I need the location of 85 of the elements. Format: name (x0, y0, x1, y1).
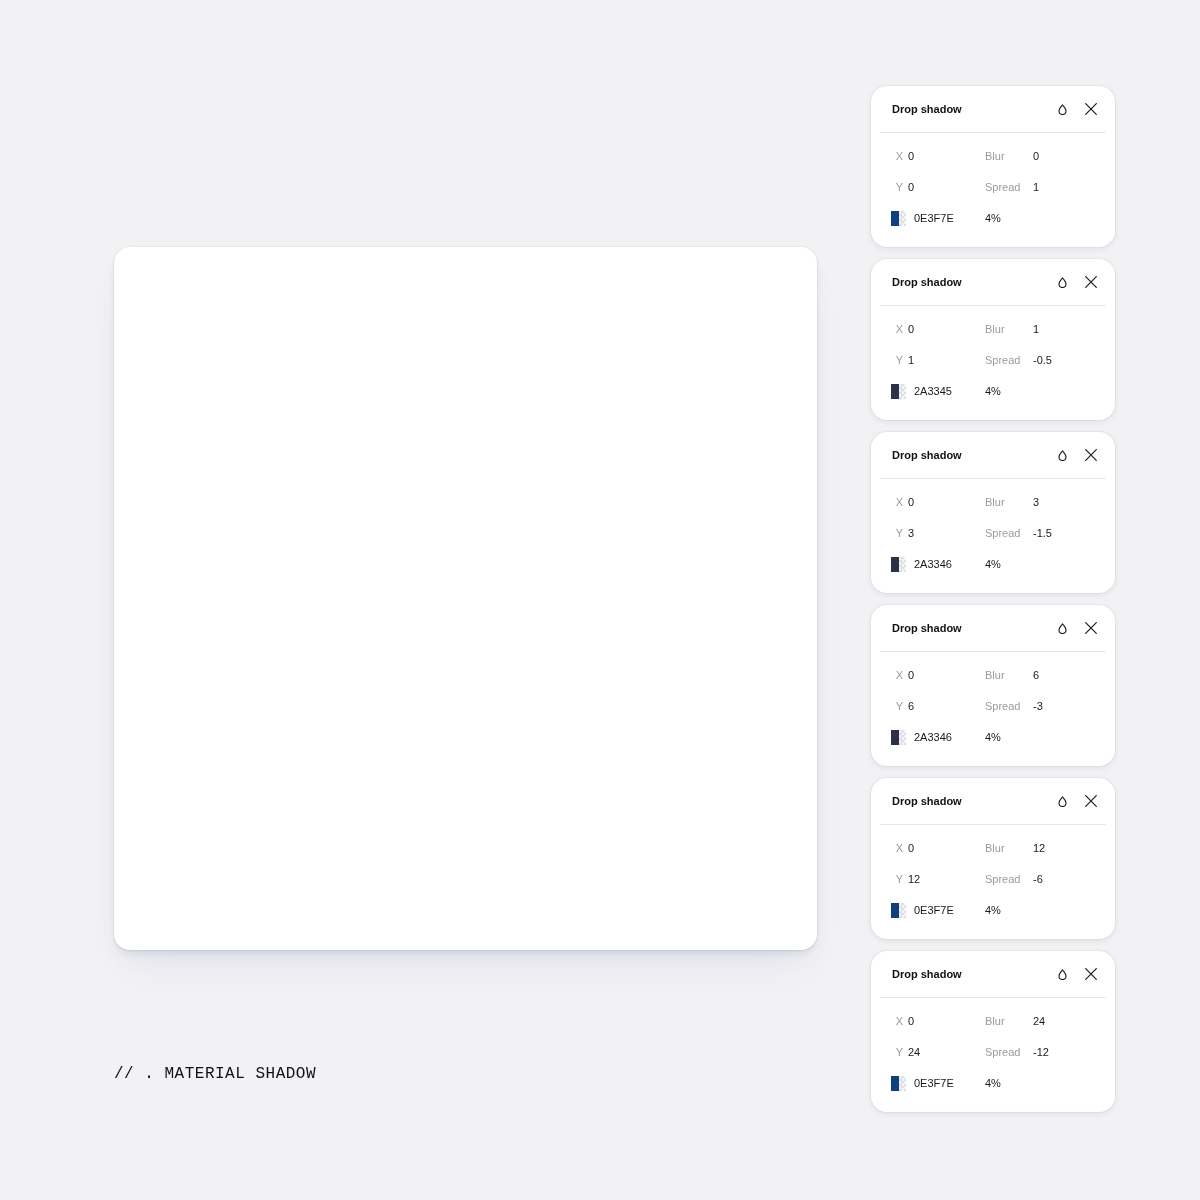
caption: // . MATERIAL SHADOW (114, 1064, 317, 1084)
field-label: Spread (985, 354, 1022, 366)
field-value[interactable]: 0 (908, 842, 915, 854)
field-label: Y (894, 354, 903, 366)
droplet-icon[interactable] (1058, 968, 1067, 980)
droplet-icon[interactable] (1058, 622, 1067, 634)
field-value[interactable]: 3 (908, 527, 915, 539)
field-label: X (894, 496, 903, 508)
field-label: Y (894, 873, 903, 885)
field-value[interactable]: -6 (1033, 873, 1043, 885)
field-value[interactable]: 0 (908, 1015, 915, 1027)
droplet-icon[interactable] (1058, 103, 1067, 115)
field-value[interactable]: 0 (908, 181, 915, 193)
close-icon[interactable] (1085, 968, 1097, 980)
field-label: X (894, 150, 903, 162)
color-hex-value[interactable]: 2A3345 (914, 385, 952, 397)
field-label: Blur (985, 669, 1006, 681)
color-swatch-icon[interactable] (891, 1075, 906, 1091)
color-hex-value[interactable]: 0E3F7E (914, 212, 954, 224)
field-value[interactable]: 6 (908, 700, 915, 712)
color-hex-value[interactable]: 0E3F7E (914, 1077, 954, 1089)
opacity-value[interactable]: 4% (985, 212, 1001, 224)
field-label: Y (894, 700, 903, 712)
opacity-value[interactable]: 4% (985, 904, 1001, 916)
color-hex-value[interactable]: 0E3F7E (914, 904, 954, 916)
field-label: Blur (985, 1015, 1006, 1027)
field-label: Y (894, 1046, 903, 1058)
field-value[interactable]: 24 (1033, 1015, 1046, 1027)
field-label: X (894, 669, 903, 681)
opacity-value[interactable]: 4% (985, 558, 1001, 570)
droplet-icon[interactable] (1058, 276, 1067, 288)
panel-title: Drop shadow (892, 795, 963, 807)
close-icon[interactable] (1085, 449, 1097, 461)
field-value[interactable]: -12 (1033, 1046, 1049, 1058)
close-icon[interactable] (1085, 276, 1097, 288)
opacity-value[interactable]: 4% (985, 731, 1001, 743)
field-value[interactable]: -3 (1033, 700, 1043, 712)
panel-title: Drop shadow (892, 449, 963, 461)
field-label: Y (894, 527, 903, 539)
color-hex-value[interactable]: 2A3346 (914, 558, 952, 570)
field-value[interactable]: 0 (1033, 150, 1040, 162)
opacity-value[interactable]: 4% (985, 1077, 1001, 1089)
close-icon[interactable] (1085, 622, 1097, 634)
field-value[interactable]: 0 (908, 150, 915, 162)
color-swatch-icon[interactable] (891, 902, 906, 918)
droplet-icon[interactable] (1058, 449, 1067, 461)
panel-title: Drop shadow (892, 968, 963, 980)
field-label: Spread (985, 527, 1022, 539)
field-label: Blur (985, 323, 1006, 335)
field-label: X (894, 1015, 903, 1027)
panel-title: Drop shadow (892, 276, 963, 288)
field-label: Spread (985, 873, 1022, 885)
field-value[interactable]: 1 (1033, 323, 1040, 335)
opacity-value[interactable]: 4% (985, 385, 1001, 397)
color-swatch-icon[interactable] (891, 383, 906, 399)
color-swatch-icon[interactable] (891, 556, 906, 572)
close-icon[interactable] (1085, 795, 1097, 807)
droplet-icon[interactable] (1058, 795, 1067, 807)
field-value[interactable]: 0 (908, 669, 915, 681)
field-value[interactable]: -0.5 (1033, 354, 1052, 366)
field-value[interactable]: -1.5 (1033, 527, 1052, 539)
field-value[interactable]: 6 (1033, 669, 1040, 681)
field-label: Blur (985, 150, 1006, 162)
field-value[interactable]: 0 (908, 323, 915, 335)
field-label: Spread (985, 700, 1022, 712)
panel-title: Drop shadow (892, 622, 963, 634)
field-label: Spread (985, 1046, 1022, 1058)
field-label: X (894, 323, 903, 335)
field-value[interactable]: 12 (1033, 842, 1046, 854)
field-value[interactable]: 3 (1033, 496, 1040, 508)
field-label: Spread (985, 181, 1022, 193)
field-value[interactable]: 24 (908, 1046, 921, 1058)
field-value[interactable]: 1 (1033, 181, 1040, 193)
field-label: Blur (985, 842, 1006, 854)
color-swatch-icon[interactable] (891, 210, 906, 226)
color-swatch-icon[interactable] (891, 729, 906, 745)
field-value[interactable]: 12 (908, 873, 921, 885)
field-label: X (894, 842, 903, 854)
field-value[interactable]: 1 (908, 354, 915, 366)
close-icon[interactable] (1085, 103, 1097, 115)
panel-title: Drop shadow (892, 103, 963, 115)
field-label: Y (894, 181, 903, 193)
field-value[interactable]: 0 (908, 496, 915, 508)
color-hex-value[interactable]: 2A3346 (914, 731, 952, 743)
field-label: Blur (985, 496, 1006, 508)
